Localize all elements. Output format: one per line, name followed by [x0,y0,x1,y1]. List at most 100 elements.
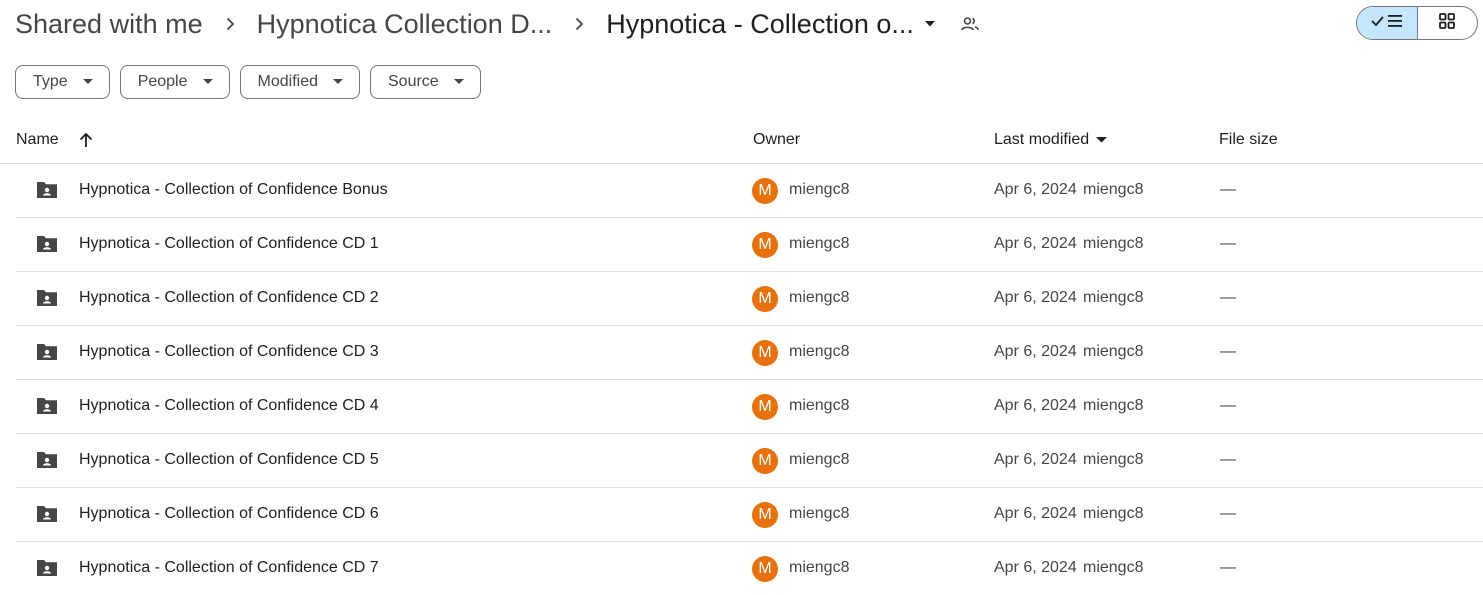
owner-avatar[interactable]: M [752,340,778,366]
caret-down-icon [82,79,93,85]
file-row[interactable]: Hypnotica - Collection of Confidence CD … [16,488,1483,542]
file-row[interactable]: Hypnotica - Collection of Confidence Bon… [16,164,1483,218]
owner-name: miengc8 [789,451,850,468]
filter-type-chip[interactable]: Type [15,65,110,99]
shared-folder-icon [35,180,59,205]
filter-bar: Type People Modified Source [15,65,481,99]
file-size: — [1220,505,1236,522]
shared-folder-icon [35,288,59,313]
file-name: Hypnotica - Collection of Confidence CD … [79,235,379,252]
breadcrumb-current-folder[interactable]: Hypnotica - Collection o... [606,9,914,40]
last-modified-by: miengc8 [1083,235,1144,252]
owner-name: miengc8 [789,181,850,198]
last-modified-date: Apr 6, 2024 [994,181,1077,198]
owner-avatar[interactable]: M [752,556,778,582]
filter-source-chip[interactable]: Source [370,65,481,99]
caret-down-icon [202,79,213,85]
shared-folder-icon [35,504,59,529]
view-toggle [1356,6,1478,40]
owner-name: miengc8 [789,343,850,360]
last-modified-date: Apr 6, 2024 [994,505,1077,522]
chevron-right-icon [203,16,257,32]
column-name-header[interactable]: Name [16,131,93,149]
column-last-modified-header[interactable]: Last modified [994,131,1108,149]
file-row[interactable]: Hypnotica - Collection of Confidence CD … [16,380,1483,434]
arrow-up-icon[interactable] [79,132,93,148]
owner-name: miengc8 [789,505,850,522]
file-name: Hypnotica - Collection of Confidence CD … [79,451,379,468]
shared-folder-icon [35,342,59,367]
check-list-icon [1370,12,1404,35]
column-owner-label: Owner [753,131,801,148]
grid-view-button[interactable] [1418,7,1478,39]
file-size: — [1220,181,1236,198]
file-name: Hypnotica - Collection of Confidence Bon… [79,181,388,198]
file-row[interactable]: Hypnotica - Collection of Confidence CD … [16,434,1483,488]
file-name: Hypnotica - Collection of Confidence CD … [79,397,379,414]
column-last-modified-label: Last modified [994,131,1090,148]
column-file-size-label: File size [1219,131,1278,148]
owner-avatar[interactable]: M [752,502,778,528]
filter-people-chip[interactable]: People [119,65,230,99]
shared-folder-icon [35,396,59,421]
list-view-button[interactable] [1357,7,1418,39]
filter-label: Source [388,73,439,90]
last-modified-by: miengc8 [1083,397,1144,414]
file-name: Hypnotica - Collection of Confidence CD … [79,343,379,360]
shared-folder-icon [35,234,59,259]
caret-down-icon[interactable] [924,20,936,28]
shared-folder-icon [35,558,59,583]
people-icon[interactable] [960,14,980,34]
filter-label: Type [33,73,68,90]
owner-avatar[interactable]: M [752,394,778,420]
last-modified-by: miengc8 [1083,343,1144,360]
file-size: — [1220,559,1236,576]
caret-down-icon [453,79,464,85]
file-size: — [1220,451,1236,468]
file-row[interactable]: Hypnotica - Collection of Confidence CD … [16,272,1483,326]
filter-label: Modified [257,73,318,90]
owner-name: miengc8 [789,397,850,414]
breadcrumb-parent-folder[interactable]: Hypnotica Collection D... [257,9,553,40]
breadcrumb-shared-with-me[interactable]: Shared with me [15,9,203,40]
grid-icon [1439,12,1456,34]
file-row[interactable]: Hypnotica - Collection of Confidence CD … [16,326,1483,380]
filter-modified-chip[interactable]: Modified [239,65,360,99]
owner-name: miengc8 [789,289,850,306]
last-modified-date: Apr 6, 2024 [994,289,1077,306]
file-row[interactable]: Hypnotica - Collection of Confidence CD … [16,218,1483,272]
filter-label: People [137,73,188,90]
last-modified-by: miengc8 [1083,505,1144,522]
column-file-size-header[interactable]: File size [1219,131,1278,149]
file-row[interactable]: Hypnotica - Collection of Confidence CD … [16,542,1483,595]
owner-name: miengc8 [789,559,850,576]
column-name-label: Name [16,131,59,148]
file-size: — [1220,343,1236,360]
last-modified-date: Apr 6, 2024 [994,451,1077,468]
caret-down-icon [333,79,343,85]
owner-avatar[interactable]: M [752,448,778,474]
shared-folder-icon [35,450,59,475]
owner-name: miengc8 [789,235,850,252]
last-modified-by: miengc8 [1083,451,1144,468]
caret-down-icon [1096,137,1108,143]
file-list-header: Name Owner Last modified File size [0,117,1483,164]
owner-avatar[interactable]: M [752,286,778,312]
file-name: Hypnotica - Collection of Confidence CD … [79,559,379,576]
last-modified-date: Apr 6, 2024 [994,343,1077,360]
last-modified-by: miengc8 [1083,289,1144,306]
last-modified-date: Apr 6, 2024 [994,235,1077,252]
last-modified-date: Apr 6, 2024 [994,559,1077,576]
file-size: — [1220,235,1236,252]
file-size: — [1220,397,1236,414]
breadcrumb: Shared with me Hypnotica Collection D...… [15,4,980,44]
owner-avatar[interactable]: M [752,232,778,258]
file-name: Hypnotica - Collection of Confidence CD … [79,289,379,306]
owner-avatar[interactable]: M [752,178,778,204]
column-owner-header[interactable]: Owner [753,131,800,149]
chevron-right-icon [552,16,606,32]
file-size: — [1220,289,1236,306]
last-modified-date: Apr 6, 2024 [994,397,1077,414]
last-modified-by: miengc8 [1083,559,1144,576]
last-modified-by: miengc8 [1083,181,1144,198]
